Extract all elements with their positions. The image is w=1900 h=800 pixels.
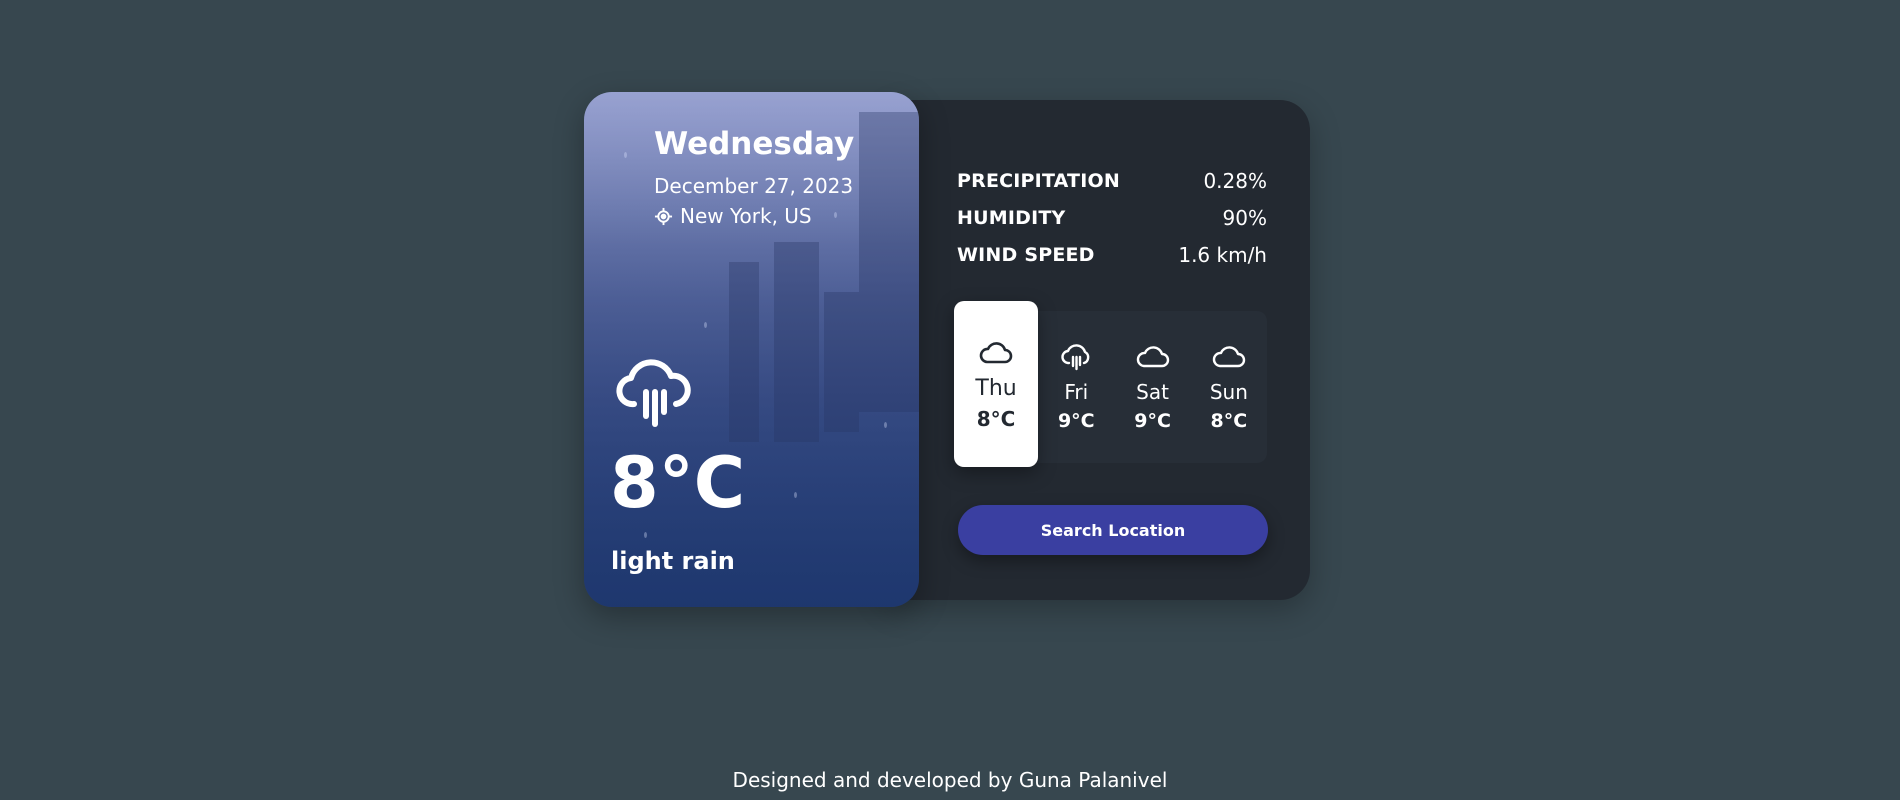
weather-stats: PRECIPITATION 0.28% HUMIDITY 90% WIND SP… <box>957 162 1267 273</box>
forecast-day-name: Sun <box>1209 380 1248 404</box>
forecast-day-thu[interactable]: Thu 8°C <box>954 301 1039 467</box>
stat-row-precipitation: PRECIPITATION 0.28% <box>957 162 1267 199</box>
location-crosshair-icon <box>654 207 673 225</box>
rain-drop <box>834 212 837 218</box>
forecast-day-sat[interactable]: Sat 9°C <box>1114 311 1190 463</box>
background-building <box>774 242 819 442</box>
rain-drop <box>704 322 707 328</box>
background-building <box>729 262 759 442</box>
weather-condition: light rain <box>611 547 735 575</box>
location-label: New York, US <box>680 204 812 228</box>
stat-label: PRECIPITATION <box>957 169 1120 192</box>
forecast-day-temp: 8°C <box>1210 410 1248 432</box>
rain-drop <box>794 492 797 498</box>
app-stage: PRECIPITATION 0.28% HUMIDITY 90% WIND SP… <box>0 0 1900 800</box>
forecast-day-fri[interactable]: Fri 9°C <box>1038 311 1114 463</box>
forecast-day-temp: 9°C <box>1134 410 1171 432</box>
background-building <box>824 292 859 432</box>
footer-credit: Designed and developed by Guna Palanivel <box>732 768 1168 792</box>
search-location-button[interactable]: Search Location <box>958 505 1268 555</box>
forecast-day-temp: 8°C <box>976 406 1016 431</box>
stat-row-wind-speed: WIND SPEED 1.6 km/h <box>957 236 1267 273</box>
forecast-day-name: Thu <box>975 375 1017 401</box>
forecast-day-temp: 9°C <box>1057 410 1095 432</box>
stat-value: 0.28% <box>1203 168 1267 193</box>
forecast-day-name: Sat <box>1136 380 1169 404</box>
current-weather-card: Wednesday December 27, 2023 New York, US… <box>584 92 919 607</box>
current-location: New York, US <box>654 204 812 228</box>
rain-drop <box>644 532 647 538</box>
cloud-rain-icon <box>1061 344 1090 371</box>
background-building <box>859 112 919 412</box>
rain-drop <box>624 152 627 158</box>
current-date: December 27, 2023 <box>654 174 854 198</box>
weather-info-panel: PRECIPITATION 0.28% HUMIDITY 90% WIND SP… <box>880 100 1310 600</box>
stat-value: 1.6 km/h <box>1178 242 1267 267</box>
cloud-rain-icon <box>616 359 691 427</box>
rain-drop <box>884 422 887 428</box>
current-day: Wednesday <box>654 126 855 162</box>
cloud-icon <box>1136 346 1169 368</box>
stat-label: WIND SPEED <box>957 243 1095 266</box>
current-temperature: 8°C <box>610 442 746 524</box>
cloud-icon <box>979 341 1013 363</box>
forecast-day-sun[interactable]: Sun 8°C <box>1191 311 1267 463</box>
stat-row-humidity: HUMIDITY 90% <box>957 199 1267 236</box>
forecast-strip: Thu 8°C Fri 9°C Sat 9°C Sun 8°C <box>954 301 1267 467</box>
cloud-icon <box>1212 346 1246 368</box>
stat-value: 90% <box>1222 205 1267 230</box>
stat-label: HUMIDITY <box>957 206 1066 229</box>
forecast-day-name: Fri <box>1064 380 1089 404</box>
